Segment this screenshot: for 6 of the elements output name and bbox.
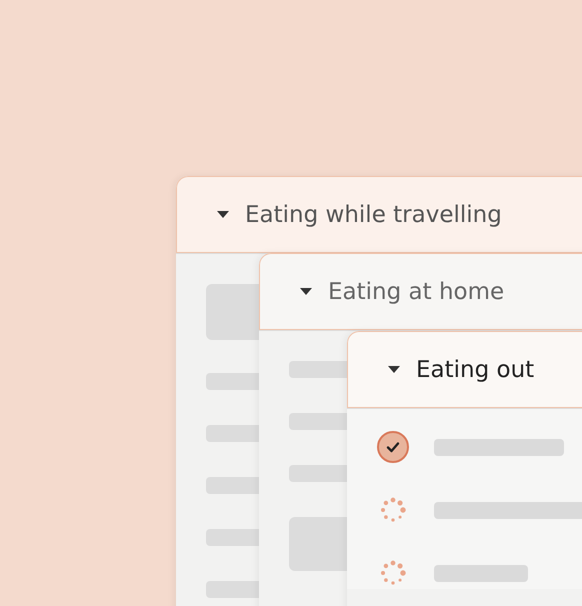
section-title: Eating at home: [328, 278, 504, 304]
section-title: Eating while travelling: [245, 202, 502, 228]
section-header[interactable]: Eating out: [347, 331, 582, 408]
section-header[interactable]: Eating at home: [259, 253, 582, 330]
section-header[interactable]: Eating while travelling: [176, 176, 582, 253]
section-title: Eating out: [416, 356, 534, 382]
